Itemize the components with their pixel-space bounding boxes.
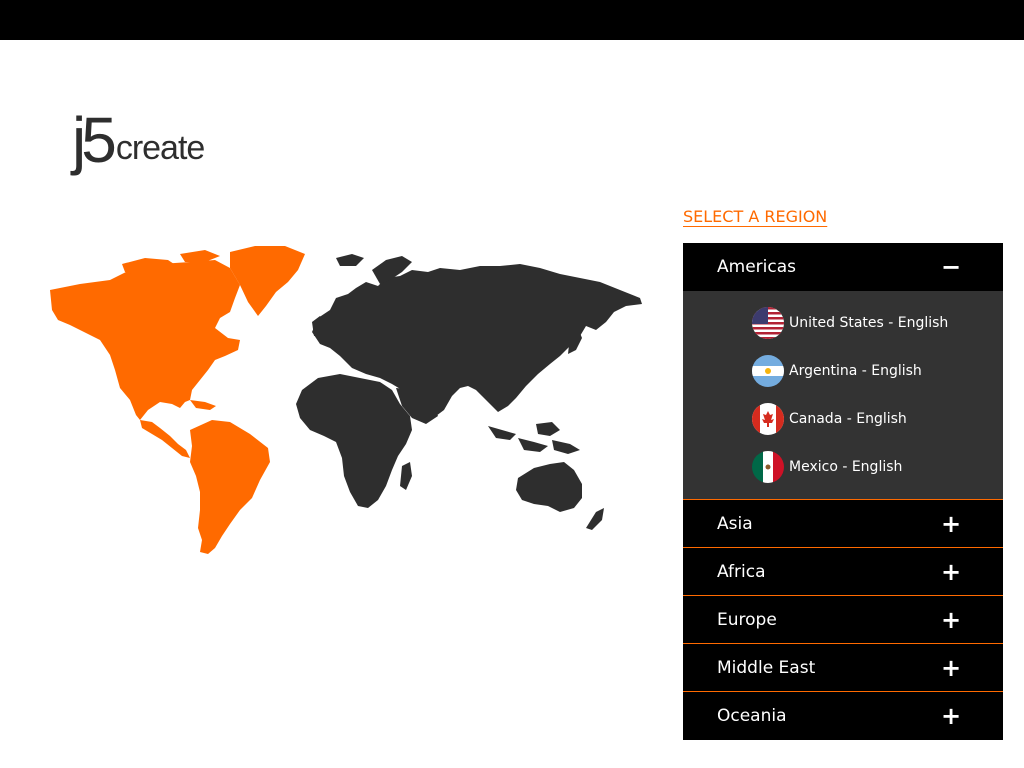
region-middle-east[interactable]: Middle East + [683,644,1003,692]
plus-icon[interactable]: + [941,560,961,584]
top-bar [0,0,1024,40]
region-accordion: Americas − United States - English Argen… [683,243,1003,740]
country-mexico[interactable]: Mexico - English [752,443,1003,491]
logo-j5: j5 [72,104,117,176]
region-asia[interactable]: Asia + [683,500,1003,548]
country-canada[interactable]: Canada - English [752,395,1003,443]
region-name: Africa [717,561,766,582]
map-africa[interactable] [296,374,412,508]
us-flag-icon [752,307,784,339]
americas-country-list: United States - English Argentina - Engl… [683,291,1003,500]
region-oceania[interactable]: Oceania + [683,692,1003,740]
map-iceland [336,254,364,266]
country-label: Mexico - English [789,459,903,475]
canada-flag-icon [752,403,784,435]
minus-icon[interactable]: − [941,255,961,279]
argentina-flag-icon [752,355,784,387]
world-map [50,246,642,554]
map-madagascar [400,462,412,490]
j5create-logo[interactable]: j5 create [72,104,205,176]
region-name: Europe [717,609,777,630]
region-name: Asia [717,513,753,534]
plus-icon[interactable]: + [941,608,961,632]
country-united-states[interactable]: United States - English [752,299,1003,347]
map-se-asia-islands [488,422,580,454]
region-americas[interactable]: Americas − [683,243,1003,291]
region-name: Americas [717,257,796,277]
plus-icon[interactable]: + [941,512,961,536]
region-europe[interactable]: Europe + [683,596,1003,644]
region-name: Middle East [717,657,816,678]
plus-icon[interactable]: + [941,704,961,728]
region-name: Oceania [717,706,787,726]
map-new-zealand [586,508,604,530]
map-australia[interactable] [516,462,582,512]
map-greenland[interactable] [230,246,305,316]
mexico-flag-icon [752,451,784,483]
map-south-america[interactable] [190,420,270,554]
country-label: United States - English [789,315,949,331]
plus-icon[interactable]: + [941,656,961,680]
country-label: Canada - English [789,411,907,427]
country-label: Argentina - English [789,363,922,379]
country-argentina[interactable]: Argentina - English [752,347,1003,395]
region-africa[interactable]: Africa + [683,548,1003,596]
logo-create: create [115,129,205,167]
select-region-link[interactable]: SELECT A REGION [683,207,827,226]
